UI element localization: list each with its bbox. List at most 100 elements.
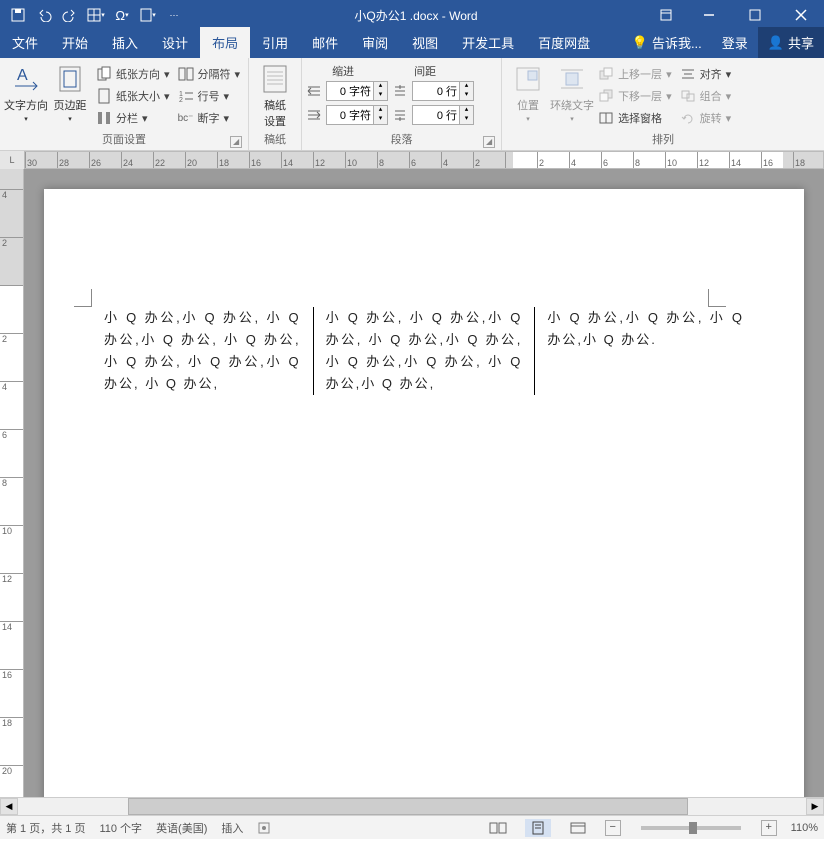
space-before-input[interactable]: ▴▾ (412, 81, 474, 101)
line-numbers-button[interactable]: 12行号 ▾ (174, 85, 245, 107)
align-button[interactable]: 对齐 ▾ (676, 63, 736, 85)
ruler-tick: 26 (89, 152, 102, 168)
indent-header: 缩进 (332, 63, 354, 79)
zoom-in-button[interactable]: + (761, 820, 777, 836)
hyphenation-button[interactable]: bc⁻断字 ▾ (174, 107, 245, 129)
column-3[interactable]: 小 Q 办公,小 Q 办公, 小 Q 办公,小 Q 办公. (535, 307, 756, 395)
send-backward-icon (598, 88, 614, 104)
statusbar: 第 1 页，共 1 页 110 个字 英语(美国) 插入 − + 110% (0, 815, 824, 839)
ruler-tick (505, 152, 508, 168)
page-content[interactable]: 小 Q 办公,小 Q 办公, 小 Q 办公,小 Q 办公, 小 Q 办公,小 Q… (92, 307, 756, 395)
group-objects-button[interactable]: 组合 ▾ (676, 85, 736, 107)
position-button[interactable]: 位置▾ (506, 61, 550, 123)
login-button[interactable]: 登录 (712, 27, 758, 58)
insert-mode[interactable]: 插入 (221, 820, 243, 836)
page-setup-launcher[interactable]: ◢ (230, 136, 242, 148)
ruler-tick: 8 (633, 152, 641, 168)
paragraph-launcher[interactable]: ◢ (483, 136, 495, 148)
tab-insert[interactable]: 插入 (100, 27, 150, 58)
margins-button[interactable]: 页边距▾ (48, 61, 92, 123)
vertical-ruler[interactable]: 422468101214161820 (0, 169, 24, 797)
group-paragraph-label: 段落 (391, 134, 413, 146)
scroll-thumb[interactable] (128, 798, 688, 815)
ruler-area: L 30282624222018161412108642246810121416… (0, 151, 824, 169)
send-backward-button[interactable]: 下移一层 ▾ (594, 85, 676, 107)
size-button[interactable]: 纸张大小 ▾ (92, 85, 174, 107)
indent-right-input[interactable]: ▴▾ (326, 105, 388, 125)
read-mode-button[interactable] (485, 819, 511, 837)
qat-more-icon[interactable]: ⋯ (162, 3, 186, 27)
vruler-tick: 18 (0, 717, 23, 728)
text-direction-icon: A (10, 63, 42, 95)
minimize-button[interactable] (686, 0, 732, 30)
group-objects-label: 组合 (700, 88, 722, 104)
ruler-tick: 18 (793, 152, 806, 168)
horizontal-ruler[interactable]: 3028262422201816141210864224681012141618 (24, 151, 824, 169)
redo-icon[interactable] (58, 3, 82, 27)
tab-mailings[interactable]: 邮件 (300, 27, 350, 58)
selection-pane-button[interactable]: 选择窗格 (594, 107, 676, 129)
print-layout-button[interactable] (525, 819, 551, 837)
tab-baidu[interactable]: 百度网盘 (526, 27, 602, 58)
document-viewport[interactable]: 小 Q 办公,小 Q 办公, 小 Q 办公,小 Q 办公, 小 Q 办公,小 Q… (24, 169, 824, 797)
ruler-tick: 16 (249, 152, 262, 168)
new-doc-icon[interactable]: ▾ (136, 3, 160, 27)
undo-icon[interactable] (32, 3, 56, 27)
hyphenation-icon: bc⁻ (178, 110, 194, 126)
document-area: 422468101214161820 小 Q 办公,小 Q 办公, 小 Q 办公… (0, 169, 824, 797)
scroll-right-button[interactable]: ▶ (806, 798, 824, 815)
paper-settings-button[interactable]: 稿纸 设置 (253, 61, 297, 129)
ribbon-display-icon[interactable] (646, 8, 686, 22)
tab-layout[interactable]: 布局 (200, 27, 250, 58)
space-after-input[interactable]: ▴▾ (412, 105, 474, 125)
web-layout-button[interactable] (565, 819, 591, 837)
zoom-level[interactable]: 110% (791, 822, 818, 834)
tell-me[interactable]: 💡告诉我... (622, 27, 712, 58)
word-count[interactable]: 110 个字 (99, 820, 142, 836)
ruler-tick: 10 (345, 152, 358, 168)
text-direction-button[interactable]: A 文字方向▾ (4, 61, 48, 123)
indent-left-icon (306, 84, 322, 98)
maximize-button[interactable] (732, 0, 778, 30)
tab-home[interactable]: 开始 (50, 27, 100, 58)
tab-view[interactable]: 视图 (400, 27, 450, 58)
ruler-tick: 14 (281, 152, 294, 168)
tab-review[interactable]: 审阅 (350, 27, 400, 58)
share-icon: 👤 (768, 35, 784, 51)
close-button[interactable] (778, 0, 824, 30)
ribbon: A 文字方向▾ 页边距▾ 纸张方向 ▾ 纸张大小 ▾ 分栏 ▾ 分隔符 ▾ 12… (0, 58, 824, 151)
columns-button[interactable]: 分栏 ▾ (92, 107, 174, 129)
vruler-tick: 2 (0, 237, 23, 248)
symbol-icon[interactable]: Ω▾ (110, 3, 134, 27)
tab-developer[interactable]: 开发工具 (450, 27, 526, 58)
scroll-track[interactable] (18, 798, 806, 815)
zoom-knob[interactable] (689, 822, 697, 834)
tab-design[interactable]: 设计 (150, 27, 200, 58)
wrap-text-button[interactable]: 环绕文字▾ (550, 61, 594, 123)
rotate-button[interactable]: 旋转 ▾ (676, 107, 736, 129)
scroll-left-button[interactable]: ◀ (0, 798, 18, 815)
column-1[interactable]: 小 Q 办公,小 Q 办公, 小 Q 办公,小 Q 办公, 小 Q 办公,小 Q… (92, 307, 313, 395)
indent-left-input[interactable]: ▴▾ (326, 81, 388, 101)
zoom-slider[interactable] (641, 826, 741, 830)
zoom-out-button[interactable]: − (605, 820, 621, 836)
share-button[interactable]: 👤共享 (758, 27, 824, 58)
ruler-tick: 4 (441, 152, 449, 168)
indent-right-icon (306, 108, 322, 122)
orientation-button[interactable]: 纸张方向 ▾ (92, 63, 174, 85)
ruler-tick: 18 (217, 152, 230, 168)
wrap-label: 环绕文字 (550, 97, 594, 113)
vruler-tick: 14 (0, 621, 23, 632)
tab-references[interactable]: 引用 (250, 27, 300, 58)
save-icon[interactable] (6, 3, 30, 27)
language-indicator[interactable]: 英语(美国) (156, 820, 207, 836)
breaks-button[interactable]: 分隔符 ▾ (174, 63, 245, 85)
table-icon[interactable]: ▾ (84, 3, 108, 27)
page-indicator[interactable]: 第 1 页，共 1 页 (6, 820, 85, 836)
bring-forward-button[interactable]: 上移一层 ▾ (594, 63, 676, 85)
bring-forward-icon (598, 66, 614, 82)
macro-icon[interactable] (257, 821, 271, 835)
column-2[interactable]: 小 Q 办公, 小 Q 办公,小 Q 办公, 小 Q 办公,小 Q 办公, 小 … (313, 307, 536, 395)
tab-file[interactable]: 文件 (0, 27, 50, 58)
group-arrange: 位置▾ 环绕文字▾ 上移一层 ▾ 下移一层 ▾ 选择窗格 对齐 ▾ 组合 ▾ 旋… (502, 58, 824, 150)
